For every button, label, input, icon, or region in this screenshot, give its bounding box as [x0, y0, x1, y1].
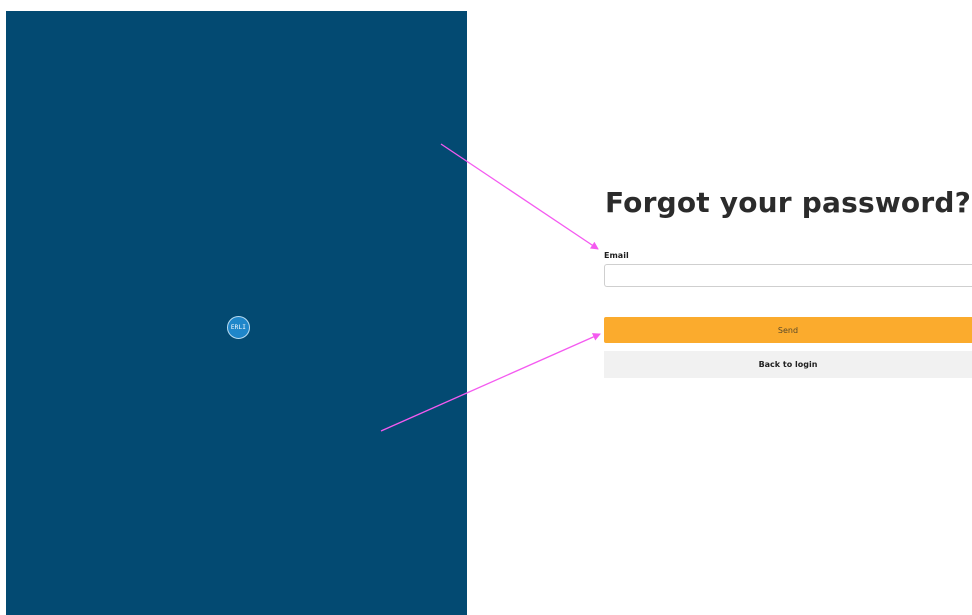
forgot-password-page: ERLI Forgot your password? Email Send Ba…: [0, 0, 972, 615]
send-button[interactable]: Send: [604, 317, 972, 343]
erli-logo: ERLI: [227, 316, 250, 339]
back-to-login-button[interactable]: Back to login: [604, 351, 972, 378]
form-panel: [467, 11, 972, 615]
page-title: Forgot your password?: [604, 186, 972, 219]
brand-panel: ERLI: [6, 11, 467, 615]
email-field[interactable]: [604, 264, 972, 287]
email-label: Email: [604, 251, 629, 260]
logo-text: ERLI: [230, 324, 247, 331]
